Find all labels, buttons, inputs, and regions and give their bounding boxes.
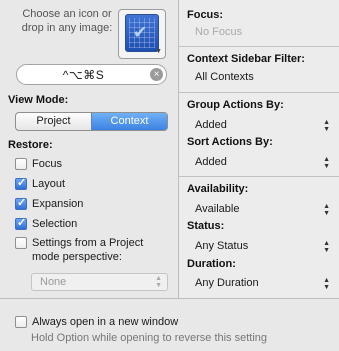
restore-expansion-checkbox[interactable]: Expansion [15,196,83,212]
up-down-arrows-icon: ▲ ▼ [323,119,330,133]
restore-layout-checkbox[interactable]: Layout [15,176,65,192]
always-open-checkbox[interactable]: Always open in a new window [15,314,178,330]
focus-label: Focus: [187,9,224,21]
availability-value: Available [195,203,240,215]
duration-value: Any Duration [195,277,259,289]
checkbox-box[interactable] [15,237,27,249]
checkbox-label: Layout [32,177,66,190]
up-down-arrows-icon: ▲ ▼ [323,277,330,291]
availability-label: Availability: [187,183,249,195]
context-filter-label: Context Sidebar Filter: [187,53,305,65]
checkbox-box[interactable] [15,316,27,328]
focus-value: No Focus [195,26,243,38]
perspective-popup: None ▲ ▼ [31,273,168,291]
checkbox-label: Focus [32,157,62,170]
section-divider [179,46,339,47]
restore-perspective-checkbox[interactable]: Settings from a Project mode perspective… [15,236,172,266]
status-popup[interactable]: Any Status ▲ ▼ [187,239,335,255]
availability-popup[interactable]: Available ▲ ▼ [187,202,335,218]
up-down-arrows-icon: ▲ ▼ [323,156,330,170]
status-label: Status: [187,220,225,232]
checkbox-label: Always open in a new window [32,315,179,328]
checkbox-box[interactable] [15,176,27,190]
section-divider [179,92,339,93]
checkbox-box[interactable] [15,158,27,170]
up-down-arrows-icon: ▲ ▼ [323,240,330,254]
chevron-down-icon: ▼ [155,48,162,55]
view-mode-segmented-control[interactable]: Project Context [15,112,168,131]
context-filter-popup[interactable]: All Contexts [187,70,335,86]
checkbox-box[interactable] [15,216,27,230]
checkmark-icon: ✔ [133,23,148,42]
checkbox-box[interactable] [15,196,27,210]
perspective-popup-value: None [40,276,67,288]
segment-project[interactable]: Project [16,113,91,130]
restore-label: Restore: [8,139,53,151]
checkbox-label: Expansion [32,197,84,210]
view-mode-label: View Mode: [8,94,69,106]
icon-hint: Choose an icon or drop in any image: [21,8,113,34]
group-actions-value: Added [195,119,227,131]
section-divider [179,176,339,177]
restore-focus-checkbox[interactable]: Focus [15,156,62,172]
always-open-hint: Hold Option while opening to reverse thi… [31,332,268,344]
duration-popup[interactable]: Any Duration ▲ ▼ [187,276,335,292]
clear-icon[interactable]: × [150,68,163,81]
shortcut-value: ^⌥⌘S [62,68,105,82]
checkbox-label: Selection [32,217,78,230]
sort-actions-popup[interactable]: Added ▲ ▼ [187,155,335,171]
status-value: Any Status [195,240,249,252]
shortcut-field[interactable]: ^⌥⌘S × [16,64,167,85]
group-actions-popup[interactable]: Added ▲ ▼ [187,118,335,134]
sort-actions-label: Sort Actions By: [187,136,273,148]
checkbox-label: Settings from a Project mode perspective… [32,237,144,263]
sort-actions-value: Added [195,156,227,168]
up-down-arrows-icon: ▲ ▼ [155,275,162,289]
segment-context[interactable]: Context [91,113,167,130]
icon-well[interactable]: ✔ ▼ [118,9,166,59]
duration-label: Duration: [187,258,236,270]
group-actions-label: Group Actions By: [187,99,284,111]
up-down-arrows-icon: ▲ ▼ [323,203,330,217]
restore-selection-checkbox[interactable]: Selection [15,216,77,232]
context-filter-value: All Contexts [195,71,254,83]
